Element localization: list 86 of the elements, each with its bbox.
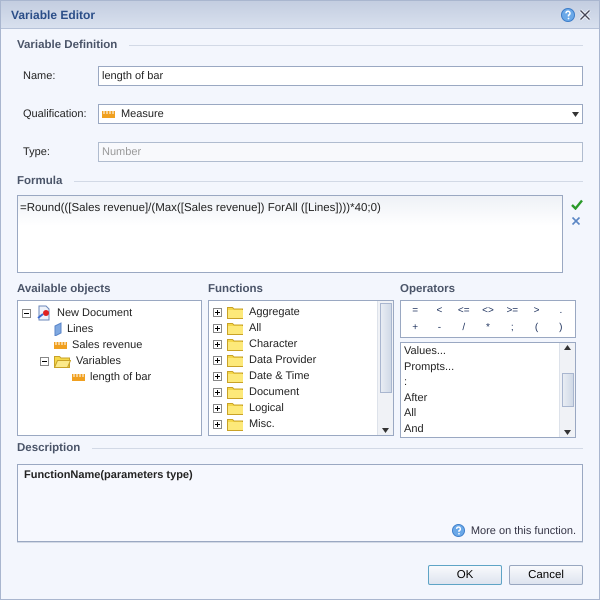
folder-icon (227, 353, 244, 367)
scroll-down-icon[interactable] (382, 428, 389, 433)
field-label: Qualification: (23, 108, 88, 120)
tree-item[interactable]: New Document (57, 307, 132, 319)
close-icon[interactable] (579, 8, 591, 20)
operator-button[interactable]: ) (548, 321, 573, 334)
function-category[interactable]: Date & Time (249, 370, 310, 382)
operator-button[interactable]: > (524, 304, 549, 317)
help-icon[interactable] (561, 8, 575, 22)
ruler-icon (54, 342, 67, 348)
tree-item[interactable]: length of bar (90, 371, 152, 383)
function-category[interactable]: Aggregate (249, 306, 300, 318)
ruler-icon (102, 110, 115, 118)
clear-x-icon[interactable] (571, 216, 581, 226)
expand-icon[interactable] (213, 356, 222, 364)
field-label: Name: (23, 70, 56, 82)
operator-button[interactable]: >= (500, 304, 524, 317)
scrollbar[interactable] (377, 301, 393, 435)
expand-icon[interactable] (213, 324, 222, 332)
function-category[interactable]: Misc. (249, 418, 275, 430)
operator-button[interactable]: / (452, 321, 476, 334)
operator-button[interactable]: * (476, 321, 500, 334)
tree-item[interactable]: Sales revenue (72, 339, 142, 351)
scroll-up-icon[interactable] (564, 345, 571, 350)
expand-icon[interactable] (213, 420, 222, 428)
operator-button[interactable]: < (427, 304, 452, 317)
field-label: Type: (23, 146, 51, 158)
function-category[interactable]: All (249, 322, 262, 334)
function-category[interactable]: Character (249, 338, 298, 350)
function-category[interactable]: Data Provider (249, 354, 316, 366)
operator-item[interactable]: : (404, 375, 556, 390)
operator-button[interactable]: ( (524, 321, 549, 334)
operator-item[interactable]: All (404, 406, 556, 422)
tree-item[interactable]: Lines (67, 323, 94, 335)
operator-button[interactable]: - (427, 321, 452, 334)
operator-item[interactable]: Values... (404, 344, 556, 360)
section-heading: Formula (17, 175, 62, 187)
cancel-button[interactable]: Cancel (509, 565, 583, 585)
expand-icon[interactable] (213, 388, 222, 396)
operator-button[interactable]: = (403, 304, 428, 317)
ok-button[interactable]: OK (428, 565, 502, 585)
qualification-dropdown[interactable]: Measure (98, 104, 583, 124)
dimension-icon (54, 322, 62, 336)
section-heading: Variable Definition (17, 39, 118, 51)
help-icon (452, 524, 465, 537)
folder-icon (227, 337, 244, 351)
scroll-down-icon[interactable] (564, 430, 571, 435)
formula-editor[interactable]: =Round(([Sales revenue]/(Max([Sales revenue]) ForAll ([Lines])))*40;0) (17, 195, 563, 273)
panel-heading: Available objects (17, 283, 112, 295)
operator-button[interactable]: . (548, 304, 573, 317)
type-field: Number (98, 142, 583, 162)
operator-item[interactable]: And (404, 422, 556, 437)
expand-icon[interactable] (213, 308, 222, 316)
folder-icon (227, 321, 244, 335)
expand-icon[interactable] (213, 372, 222, 380)
folder-icon (54, 354, 71, 368)
validate-check-icon[interactable] (571, 199, 583, 210)
operator-item[interactable]: After (404, 390, 556, 406)
operator-button[interactable]: ; (500, 321, 524, 334)
more-info-link[interactable]: More on this function. (470, 524, 576, 536)
folder-icon (227, 385, 244, 399)
section-heading: Description (17, 442, 80, 454)
ruler-icon (72, 374, 85, 380)
function-category[interactable]: Document (249, 386, 300, 398)
folder-icon (227, 417, 244, 431)
collapse-icon[interactable] (22, 308, 31, 318)
document-icon (36, 305, 52, 321)
panel-heading: Operators (400, 283, 456, 295)
expand-icon[interactable] (213, 404, 222, 412)
expand-icon[interactable] (213, 340, 222, 348)
folder-icon (227, 369, 244, 383)
folder-icon (227, 401, 244, 415)
folder-icon (227, 305, 244, 319)
tree-item[interactable]: Variables (76, 355, 122, 367)
function-category[interactable]: Logical (249, 402, 284, 414)
operator-button[interactable]: + (403, 321, 428, 334)
operator-button[interactable]: <= (452, 304, 476, 317)
panel-heading: Functions (208, 283, 264, 295)
collapse-icon[interactable] (40, 356, 49, 366)
scrollbar[interactable] (559, 343, 575, 437)
window-title: Variable Editor (11, 8, 96, 22)
dropdown-caret-icon[interactable] (572, 112, 579, 116)
operator-item[interactable]: Prompts... (404, 360, 556, 375)
function-signature: FunctionName(parameters type) (24, 469, 194, 481)
name-field[interactable]: length of bar (98, 66, 583, 86)
operator-button[interactable]: <> (476, 304, 500, 317)
